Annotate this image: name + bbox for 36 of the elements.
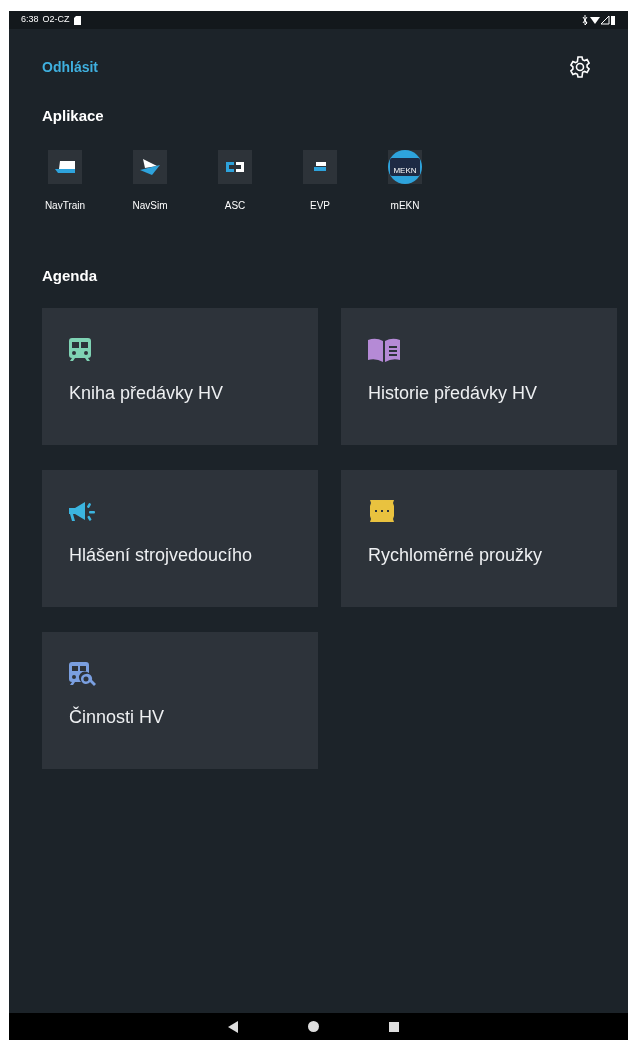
logout-link[interactable]: Odhlásit (42, 56, 98, 78)
app-label: NavSim (132, 198, 168, 213)
tile-label: Činnosti HV (69, 705, 166, 729)
app-shortcut[interactable]: MEKN mEKN (382, 149, 428, 213)
back-icon[interactable] (228, 1020, 238, 1033)
app-shortcut[interactable]: NavTrain (42, 149, 88, 213)
settings-icon[interactable] (568, 55, 592, 79)
app-label: ASC (224, 198, 246, 213)
tile-label: Hlášení strojvedoucího (69, 544, 254, 567)
train-logo-icon (54, 159, 76, 174)
arrow-logo-icon (139, 157, 161, 176)
agenda-tile[interactable]: Historie předávky HV (341, 308, 617, 445)
app-label: NavTrain (44, 198, 86, 213)
status-icons-drawing (582, 15, 616, 25)
tile-label: Historie předávky HV (368, 382, 539, 405)
tile-label: Kniha předávky HV (69, 382, 225, 405)
agenda-tile[interactable]: Rychloměrné proužky (341, 470, 617, 607)
app-label: mEKN (390, 198, 420, 213)
agenda-tile[interactable]: Činnosti HV (42, 632, 318, 769)
home-icon[interactable] (308, 1021, 319, 1032)
card-logo-icon (313, 161, 327, 172)
app-shortcut[interactable]: EVP (297, 149, 343, 213)
status-time: 6:38 (21, 13, 39, 27)
section-title: Agenda (42, 265, 98, 286)
carrier-name: O2-CZ (42, 13, 70, 27)
section-title: Aplikace (42, 106, 105, 126)
agenda-tile[interactable]: Kniha předávky HV (42, 308, 318, 445)
folder-logo-icon: MEKN (388, 149, 422, 184)
app-shortcut[interactable]: ASC (212, 149, 258, 213)
agenda-tile[interactable]: Hlášení strojvedoucího (42, 470, 318, 607)
recents-icon[interactable] (389, 1021, 399, 1032)
app-label: EVP (310, 198, 330, 213)
app-shortcut[interactable]: NavSim (127, 149, 173, 213)
tile-label: Rychloměrné proužky (368, 544, 544, 567)
brackets-logo-icon (225, 160, 245, 173)
sd-card-icon (73, 15, 81, 25)
